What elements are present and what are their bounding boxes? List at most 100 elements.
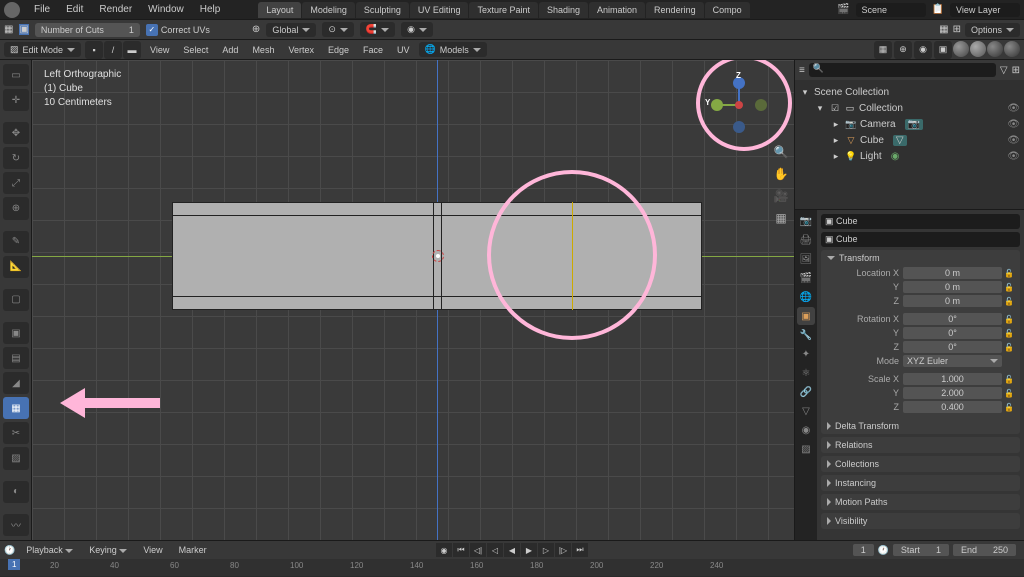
proptab-particles[interactable]: ✦ xyxy=(797,345,815,363)
visibility-eye-icon[interactable]: 👁 xyxy=(1007,103,1020,114)
edge-select-icon[interactable]: / xyxy=(104,41,122,59)
select-box-tool[interactable]: ▭ xyxy=(3,64,29,86)
outliner-scene-collection[interactable]: ▾ Scene Collection xyxy=(799,84,1020,100)
select-visible-icon[interactable]: ▦ xyxy=(874,41,892,59)
smooth-tool[interactable]: 〰 xyxy=(3,514,29,536)
visibility-eye-icon[interactable]: 👁 xyxy=(1007,119,1020,130)
rotate-tool[interactable]: ↻ xyxy=(3,147,29,169)
visibility-eye-icon[interactable]: 👁 xyxy=(1007,135,1020,146)
models-dropdown[interactable]: 🌐 Models xyxy=(419,42,487,57)
outliner-search[interactable]: 🔍 xyxy=(809,63,996,77)
tl-menu-playback[interactable]: Playback xyxy=(21,543,78,557)
scale-x-input[interactable]: 1.000 xyxy=(903,373,1002,385)
scale-z-input[interactable]: 0.400 xyxy=(903,401,1002,413)
autokeying-icon[interactable]: ◉ xyxy=(436,543,452,557)
proptab-modifiers[interactable]: 🔧 xyxy=(797,326,815,344)
visibility-header[interactable]: Visibility xyxy=(821,513,1020,529)
menu-render[interactable]: Render xyxy=(91,2,140,17)
correct-uvs-checkbox[interactable]: ✓Correct UVs xyxy=(146,24,210,36)
instancing-header[interactable]: Instancing xyxy=(821,475,1020,491)
menu-file[interactable]: File xyxy=(26,2,58,17)
location-y-input[interactable]: 0 m xyxy=(903,281,1002,293)
vp-menu-add[interactable]: Add xyxy=(217,43,243,57)
play-reverse-icon[interactable]: ◀ xyxy=(504,543,520,557)
orientation-icon[interactable]: ⊕ xyxy=(252,24,260,35)
proptab-material[interactable]: ◉ xyxy=(797,421,815,439)
outliner-new-icon[interactable]: ⊞ xyxy=(1012,65,1020,76)
scene-browse-icon[interactable]: 🎬 xyxy=(837,4,849,15)
lock-icon[interactable]: 🔓 xyxy=(1004,269,1016,278)
tl-menu-marker[interactable]: Marker xyxy=(174,543,212,557)
menu-help[interactable]: Help xyxy=(192,2,229,17)
cursor-tool[interactable]: ✛ xyxy=(3,89,29,111)
location-x-input[interactable]: 0 m xyxy=(903,267,1002,279)
menu-edit[interactable]: Edit xyxy=(58,2,91,17)
vp-menu-face[interactable]: Face xyxy=(358,43,388,57)
num-cuts-input[interactable]: Number of Cuts1 xyxy=(35,23,140,37)
layer-browse-icon[interactable]: 📋 xyxy=(932,4,944,15)
loopcut-tool[interactable]: ▦ xyxy=(3,397,29,419)
vp-menu-vertex[interactable]: Vertex xyxy=(283,43,319,57)
timeline-playhead[interactable]: 1 xyxy=(8,559,20,570)
bevel-tool[interactable]: ◢ xyxy=(3,372,29,394)
tab-texturepaint[interactable]: Texture Paint xyxy=(469,2,538,18)
persp-ortho-icon[interactable]: ▦ xyxy=(772,211,790,229)
loopcut-tool-icon[interactable]: ▣ xyxy=(19,24,28,35)
rotation-x-input[interactable]: 0° xyxy=(903,313,1002,325)
end-frame-input[interactable]: End250 xyxy=(953,544,1016,556)
select-tool-icon[interactable]: ▦ xyxy=(4,24,13,35)
proptab-constraints[interactable]: 🔗 xyxy=(797,383,815,401)
orientation-dropdown[interactable]: Global xyxy=(266,23,316,37)
orientation-gizmo[interactable]: Z Y xyxy=(709,75,769,135)
proptab-physics[interactable]: ⚛ xyxy=(797,364,815,382)
tl-menu-view[interactable]: View xyxy=(138,543,167,557)
tab-shading[interactable]: Shading xyxy=(539,2,588,18)
camera-view-icon[interactable]: 🎥 xyxy=(772,189,790,207)
proptab-render[interactable]: 📷 xyxy=(797,212,815,230)
proptab-viewlayer[interactable]: 🖼 xyxy=(797,250,815,268)
automerge-icon[interactable]: ⊞ xyxy=(953,24,961,35)
relations-header[interactable]: Relations xyxy=(821,437,1020,453)
prop-breadcrumb[interactable]: ▣ Cube xyxy=(821,214,1020,229)
blender-logo-icon[interactable] xyxy=(4,2,20,18)
outliner-item-light[interactable]: ▸ 💡 Light ◉ 👁 xyxy=(799,148,1020,164)
rotation-y-input[interactable]: 0° xyxy=(903,327,1002,339)
add-cube-tool[interactable]: ▢ xyxy=(3,289,29,311)
vp-menu-edge[interactable]: Edge xyxy=(323,43,354,57)
proptab-object[interactable]: ▣ xyxy=(797,307,815,325)
inset-tool[interactable]: ▤ xyxy=(3,347,29,369)
proptab-texture[interactable]: ▨ xyxy=(797,440,815,458)
tab-animation[interactable]: Animation xyxy=(589,2,645,18)
viewport-3d[interactable]: Left Orthographic (1) Cube 10 Centimeter… xyxy=(32,60,794,540)
scale-tool[interactable]: ⤢ xyxy=(3,172,29,194)
outliner-filter-icon[interactable]: ▽ xyxy=(1000,65,1008,76)
jump-start-icon[interactable]: ⏮ xyxy=(453,543,469,557)
scene-field[interactable]: Scene xyxy=(856,3,926,17)
menu-window[interactable]: Window xyxy=(140,2,192,17)
location-z-input[interactable]: 0 m xyxy=(903,295,1002,307)
proptab-data[interactable]: ▽ xyxy=(797,402,815,420)
shading-wireframe-icon[interactable] xyxy=(953,41,969,57)
zoom-icon[interactable]: 🔍 xyxy=(772,145,790,163)
rotation-mode-dropdown[interactable]: XYZ Euler xyxy=(903,355,1002,367)
snap-dropdown[interactable]: 🧲 xyxy=(360,22,395,37)
spin-tool[interactable]: ◐ xyxy=(3,481,29,503)
outliner-collection[interactable]: ▾☑ ▭ Collection 👁 xyxy=(799,100,1020,116)
shading-solid-icon[interactable] xyxy=(970,41,986,57)
timeline-type-icon[interactable]: 🕐 xyxy=(4,545,15,556)
tab-compo[interactable]: Compo xyxy=(705,2,750,18)
face-select-icon[interactable]: ▬ xyxy=(123,41,141,59)
knife-tool[interactable]: ✂ xyxy=(3,422,29,444)
outliner-item-camera[interactable]: ▸ 📷 Camera 📷 👁 xyxy=(799,116,1020,132)
jump-keyframe-back-icon[interactable]: ◁| xyxy=(470,543,486,557)
play-icon[interactable]: ▶ xyxy=(521,543,537,557)
gizmo-toggle-icon[interactable]: ⊕ xyxy=(894,41,912,59)
transform-section-header[interactable]: Transform xyxy=(821,250,1020,266)
visibility-eye-icon[interactable]: 👁 xyxy=(1007,151,1020,162)
delta-transform-header[interactable]: Delta Transform xyxy=(821,418,1020,434)
tab-layout[interactable]: Layout xyxy=(258,2,301,18)
scale-y-input[interactable]: 2.000 xyxy=(903,387,1002,399)
mode-selector[interactable]: ▨ Edit Mode xyxy=(4,42,81,57)
vertex-select-icon[interactable]: ▪ xyxy=(85,41,103,59)
current-frame-input[interactable]: 1 xyxy=(853,544,874,556)
